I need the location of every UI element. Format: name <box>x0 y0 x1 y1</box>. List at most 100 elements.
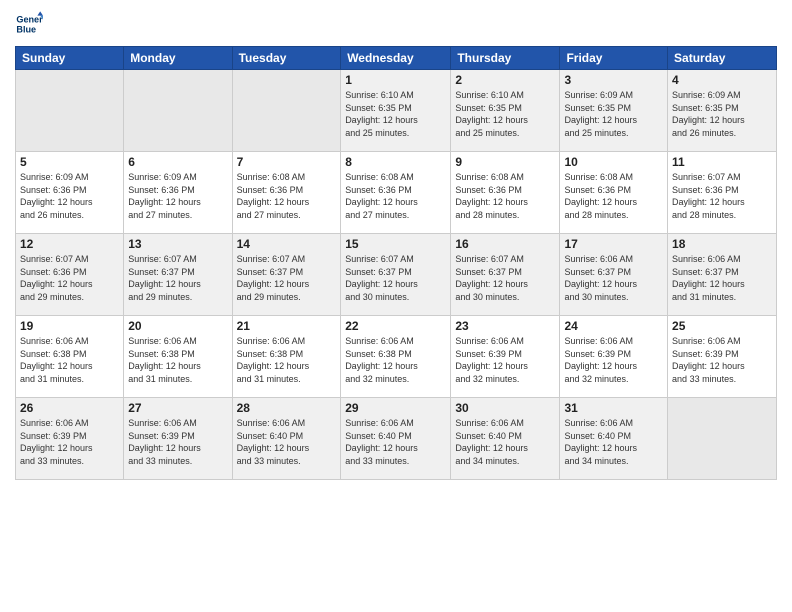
day-number: 3 <box>564 73 663 87</box>
calendar-day-cell: 14Sunrise: 6:07 AM Sunset: 6:37 PM Dayli… <box>232 234 341 316</box>
day-info: Sunrise: 6:08 AM Sunset: 6:36 PM Dayligh… <box>237 171 337 221</box>
calendar-day-cell: 22 Sunrise: 6:06 AM Sunset: 6:38 PM Dayli… <box>341 316 451 398</box>
calendar-week-row: 19 Sunrise: 6:06 AM Sunset: 6:38 PM Dayli… <box>16 316 777 398</box>
calendar-header-thursday: Thursday <box>451 47 560 70</box>
day-info: Sunrise: 6:06 AM Sunset: 6:38 PM Dayligh… <box>20 335 119 385</box>
calendar-day-cell: 18 Sunrise: 6:06 AM Sunset: 6:37 PM Dayli… <box>668 234 777 316</box>
calendar-day-cell: 29 Sunrise: 6:06 AM Sunset: 6:40 PM Dayli… <box>341 398 451 480</box>
day-info: Sunrise: 6:06 AM Sunset: 6:38 PM Dayligh… <box>128 335 227 385</box>
calendar-day-cell: 12 Sunrise: 6:07 AM Sunset: 6:36 PM Dayli… <box>16 234 124 316</box>
calendar-table: SundayMondayTuesdayWednesdayThursdayFrid… <box>15 46 777 480</box>
day-info: Sunrise: 6:06 AM Sunset: 6:38 PM Dayligh… <box>237 335 337 385</box>
calendar-day-cell: 5 Sunrise: 6:09 AM Sunset: 6:36 PM Daylig… <box>16 152 124 234</box>
day-number: 22 <box>345 319 446 333</box>
calendar-day-cell: 28Sunrise: 6:06 AM Sunset: 6:40 PM Dayli… <box>232 398 341 480</box>
logo-icon: General Blue <box>15 10 43 38</box>
day-number: 15 <box>345 237 446 251</box>
day-info: Sunrise: 6:06 AM Sunset: 6:39 PM Dayligh… <box>672 335 772 385</box>
day-info: Sunrise: 6:06 AM Sunset: 6:39 PM Dayligh… <box>564 335 663 385</box>
calendar-header-wednesday: Wednesday <box>341 47 451 70</box>
day-number: 24 <box>564 319 663 333</box>
day-info: Sunrise: 6:06 AM Sunset: 6:39 PM Dayligh… <box>455 335 555 385</box>
day-number: 25 <box>672 319 772 333</box>
calendar-day-cell: 1 Sunrise: 6:10 AM Sunset: 6:35 PM Daylig… <box>341 70 451 152</box>
calendar-week-row: 1 Sunrise: 6:10 AM Sunset: 6:35 PM Daylig… <box>16 70 777 152</box>
calendar-day-cell: 8 Sunrise: 6:08 AM Sunset: 6:36 PM Daylig… <box>341 152 451 234</box>
page: General Blue SundayMondayTuesdayWednesda… <box>0 0 792 612</box>
day-info: Sunrise: 6:07 AM Sunset: 6:37 PM Dayligh… <box>455 253 555 303</box>
calendar-day-cell: 13 Sunrise: 6:07 AM Sunset: 6:37 PM Dayli… <box>124 234 232 316</box>
day-info: Sunrise: 6:07 AM Sunset: 6:36 PM Dayligh… <box>672 171 772 221</box>
svg-text:Blue: Blue <box>16 24 36 34</box>
day-number: 17 <box>564 237 663 251</box>
day-number: 18 <box>672 237 772 251</box>
day-number: 2 <box>455 73 555 87</box>
calendar-day-cell: 15 Sunrise: 6:07 AM Sunset: 6:37 PM Dayli… <box>341 234 451 316</box>
day-info: Sunrise: 6:07 AM Sunset: 6:37 PM Dayligh… <box>345 253 446 303</box>
day-info: Sunrise: 6:06 AM Sunset: 6:40 PM Dayligh… <box>564 417 663 467</box>
day-info: Sunrise: 6:09 AM Sunset: 6:36 PM Dayligh… <box>20 171 119 221</box>
day-info: Sunrise: 6:09 AM Sunset: 6:36 PM Dayligh… <box>128 171 227 221</box>
calendar-day-cell <box>124 70 232 152</box>
day-info: Sunrise: 6:06 AM Sunset: 6:40 PM Dayligh… <box>455 417 555 467</box>
calendar-day-cell: 2 Sunrise: 6:10 AM Sunset: 6:35 PM Daylig… <box>451 70 560 152</box>
day-info: Sunrise: 6:06 AM Sunset: 6:40 PM Dayligh… <box>237 417 337 467</box>
day-info: Sunrise: 6:07 AM Sunset: 6:37 PM Dayligh… <box>128 253 227 303</box>
calendar-day-cell: 6Sunrise: 6:09 AM Sunset: 6:36 PM Daylig… <box>124 152 232 234</box>
calendar-header-saturday: Saturday <box>668 47 777 70</box>
day-info: Sunrise: 6:10 AM Sunset: 6:35 PM Dayligh… <box>455 89 555 139</box>
day-number: 4 <box>672 73 772 87</box>
day-info: Sunrise: 6:06 AM Sunset: 6:37 PM Dayligh… <box>672 253 772 303</box>
calendar-day-cell: 23 Sunrise: 6:06 AM Sunset: 6:39 PM Dayli… <box>451 316 560 398</box>
day-info: Sunrise: 6:06 AM Sunset: 6:38 PM Dayligh… <box>345 335 446 385</box>
day-number: 5 <box>20 155 119 169</box>
day-number: 11 <box>672 155 772 169</box>
calendar-week-row: 12 Sunrise: 6:07 AM Sunset: 6:36 PM Dayli… <box>16 234 777 316</box>
day-number: 8 <box>345 155 446 169</box>
calendar-week-row: 5 Sunrise: 6:09 AM Sunset: 6:36 PM Daylig… <box>16 152 777 234</box>
calendar-day-cell: 7Sunrise: 6:08 AM Sunset: 6:36 PM Daylig… <box>232 152 341 234</box>
day-info: Sunrise: 6:06 AM Sunset: 6:37 PM Dayligh… <box>564 253 663 303</box>
day-number: 9 <box>455 155 555 169</box>
day-number: 27 <box>128 401 227 415</box>
calendar-day-cell <box>16 70 124 152</box>
day-info: Sunrise: 6:07 AM Sunset: 6:36 PM Dayligh… <box>20 253 119 303</box>
day-number: 19 <box>20 319 119 333</box>
calendar-day-cell <box>232 70 341 152</box>
logo: General Blue <box>15 10 43 38</box>
day-number: 10 <box>564 155 663 169</box>
day-number: 23 <box>455 319 555 333</box>
calendar-day-cell: 10 Sunrise: 6:08 AM Sunset: 6:36 PM Dayli… <box>560 152 668 234</box>
day-info: Sunrise: 6:08 AM Sunset: 6:36 PM Dayligh… <box>345 171 446 221</box>
calendar-day-cell: 26Sunrise: 6:06 AM Sunset: 6:39 PM Dayli… <box>16 398 124 480</box>
day-number: 1 <box>345 73 446 87</box>
calendar-day-cell <box>668 398 777 480</box>
day-info: Sunrise: 6:06 AM Sunset: 6:39 PM Dayligh… <box>128 417 227 467</box>
calendar-header-row: SundayMondayTuesdayWednesdayThursdayFrid… <box>16 47 777 70</box>
calendar-day-cell: 31Sunrise: 6:06 AM Sunset: 6:40 PM Dayli… <box>560 398 668 480</box>
calendar-header-monday: Monday <box>124 47 232 70</box>
day-number: 26 <box>20 401 119 415</box>
day-number: 30 <box>455 401 555 415</box>
day-number: 29 <box>345 401 446 415</box>
day-number: 13 <box>128 237 227 251</box>
day-number: 12 <box>20 237 119 251</box>
calendar-week-row: 26 Sunrise: 6:06 AM Sunset: 6:39 PM Dayli… <box>16 398 777 480</box>
calendar-day-cell: 24 Sunrise: 6:06 AM Sunset: 6:39 PM Dayli… <box>560 316 668 398</box>
day-info: Sunrise: 6:08 AM Sunset: 6:36 PM Dayligh… <box>564 171 663 221</box>
calendar-day-cell: 21 Sunrise: 6:06 AM Sunset: 6:38 PM Dayli… <box>232 316 341 398</box>
calendar-day-cell: 4 Sunrise: 6:09 AM Sunset: 6:35 PM Daylig… <box>668 70 777 152</box>
calendar-day-cell: 9Sunrise: 6:08 AM Sunset: 6:36 PM Daylig… <box>451 152 560 234</box>
day-info: Sunrise: 6:10 AM Sunset: 6:35 PM Dayligh… <box>345 89 446 139</box>
calendar-day-cell: 25 Sunrise: 6:06 AM Sunset: 6:39 PM Dayli… <box>668 316 777 398</box>
calendar-day-cell: 17 Sunrise: 6:06 AM Sunset: 6:37 PM Dayli… <box>560 234 668 316</box>
calendar-day-cell: 27 Sunrise: 6:06 AM Sunset: 6:39 PM Dayli… <box>124 398 232 480</box>
day-number: 20 <box>128 319 227 333</box>
day-info: Sunrise: 6:09 AM Sunset: 6:35 PM Dayligh… <box>564 89 663 139</box>
header: General Blue <box>15 10 777 38</box>
day-number: 21 <box>237 319 337 333</box>
day-info: Sunrise: 6:06 AM Sunset: 6:40 PM Dayligh… <box>345 417 446 467</box>
day-info: Sunrise: 6:09 AM Sunset: 6:35 PM Dayligh… <box>672 89 772 139</box>
day-number: 14 <box>237 237 337 251</box>
calendar-day-cell: 16Sunrise: 6:07 AM Sunset: 6:37 PM Dayli… <box>451 234 560 316</box>
